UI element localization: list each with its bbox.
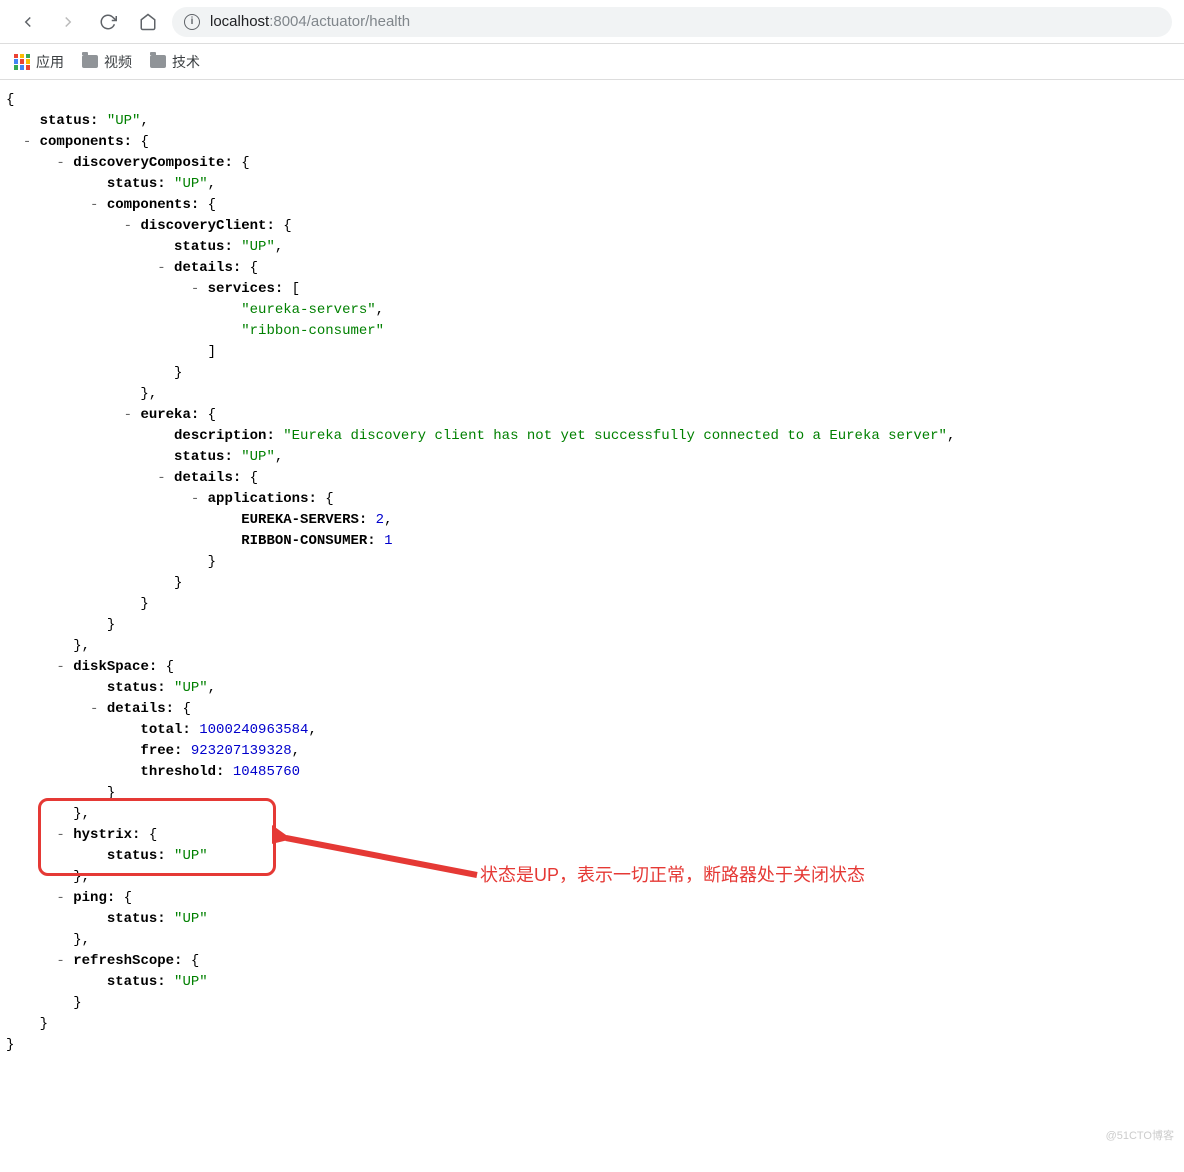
annotation-arrow xyxy=(272,820,482,910)
watermark: @51CTO博客 xyxy=(1106,1128,1174,1145)
site-info-icon[interactable]: i xyxy=(184,14,200,30)
bookmark-label: 技术 xyxy=(172,52,200,72)
reload-button[interactable] xyxy=(92,6,124,38)
bookmark-folder-video[interactable]: 视频 xyxy=(82,52,132,72)
annotation-text: 状态是UP，表示一切正常，断路器处于关闭状态 xyxy=(480,862,865,889)
apps-icon xyxy=(14,54,30,70)
url-text: localhost:8004/actuator/health xyxy=(210,13,410,30)
forward-button[interactable] xyxy=(52,6,84,38)
apps-shortcut[interactable]: 应用 xyxy=(14,52,64,72)
bookmarks-bar: 应用 视频 技术 xyxy=(0,44,1184,80)
browser-toolbar: i localhost:8004/actuator/health xyxy=(0,0,1184,44)
bookmark-folder-tech[interactable]: 技术 xyxy=(150,52,200,72)
home-button[interactable] xyxy=(132,6,164,38)
bookmark-label: 视频 xyxy=(104,52,132,72)
json-viewer: { status: "UP", - components: { - discov… xyxy=(0,80,1184,1150)
back-button[interactable] xyxy=(12,6,44,38)
apps-label: 应用 xyxy=(36,52,64,72)
address-bar[interactable]: i localhost:8004/actuator/health xyxy=(172,7,1172,37)
folder-icon xyxy=(82,55,98,68)
folder-icon xyxy=(150,55,166,68)
